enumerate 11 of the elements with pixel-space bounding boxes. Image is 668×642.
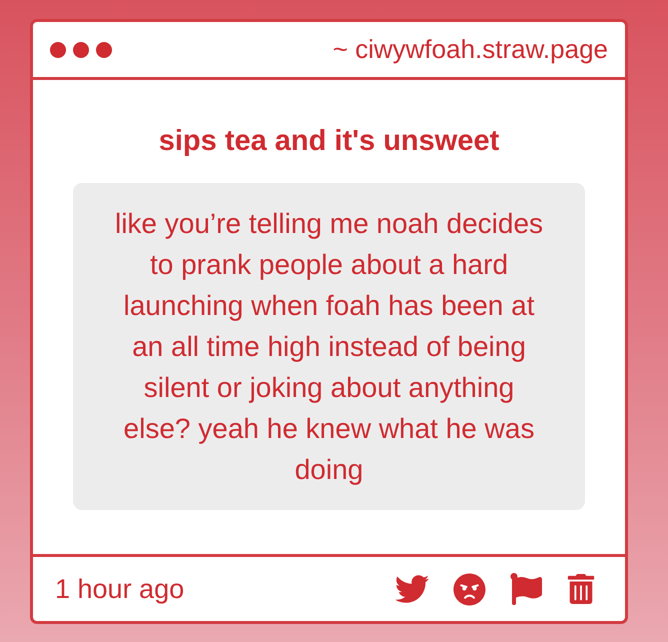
trash-icon[interactable] (566, 574, 596, 604)
bird-icon[interactable] (395, 572, 429, 606)
dot-icon (73, 42, 89, 58)
post-time: 1 hour ago (55, 574, 184, 604)
angry-face-icon[interactable] (453, 572, 486, 606)
post-title: sips tea and it's unsweet (158, 124, 500, 159)
flag-icon[interactable] (510, 573, 542, 605)
dot-icon (96, 42, 112, 58)
site-url: ~ ciwywfoah.straw.page (332, 34, 608, 65)
post-text: like you’re telling me noah decides to prank people about a hard launching when foah has been at an all time high instead of being silent or joking about anything else? yeah he knew what he was doing (73, 183, 585, 510)
dot-icon (50, 42, 66, 58)
